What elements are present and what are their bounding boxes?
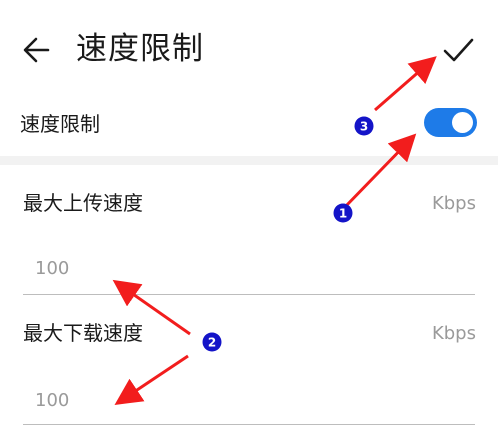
upload-speed-unit: Kbps xyxy=(431,193,476,214)
download-speed-underline xyxy=(23,424,475,425)
section-divider xyxy=(0,156,498,165)
download-speed-label: 最大下载速度 xyxy=(23,321,143,345)
download-speed-input[interactable] xyxy=(23,380,475,420)
upload-speed-label: 最大上传速度 xyxy=(23,191,143,215)
arrow-left-icon[interactable] xyxy=(18,30,58,70)
speed-limit-label: 速度限制 xyxy=(20,112,100,136)
upload-speed-underline xyxy=(23,294,475,295)
upload-speed-input[interactable] xyxy=(23,248,475,288)
upload-speed-field: 最大上传速度 Kbps xyxy=(0,165,498,297)
download-speed-field: 最大下载速度 Kbps xyxy=(0,297,498,428)
switch-knob xyxy=(452,112,473,133)
page-title: 速度限制 xyxy=(76,31,204,67)
download-speed-unit: Kbps xyxy=(431,323,476,344)
checkmark-icon[interactable] xyxy=(436,28,480,72)
speed-limit-switch[interactable] xyxy=(424,108,477,137)
speed-limit-row: 速度限制 xyxy=(0,98,498,156)
app-header: 速度限制 xyxy=(0,0,498,98)
